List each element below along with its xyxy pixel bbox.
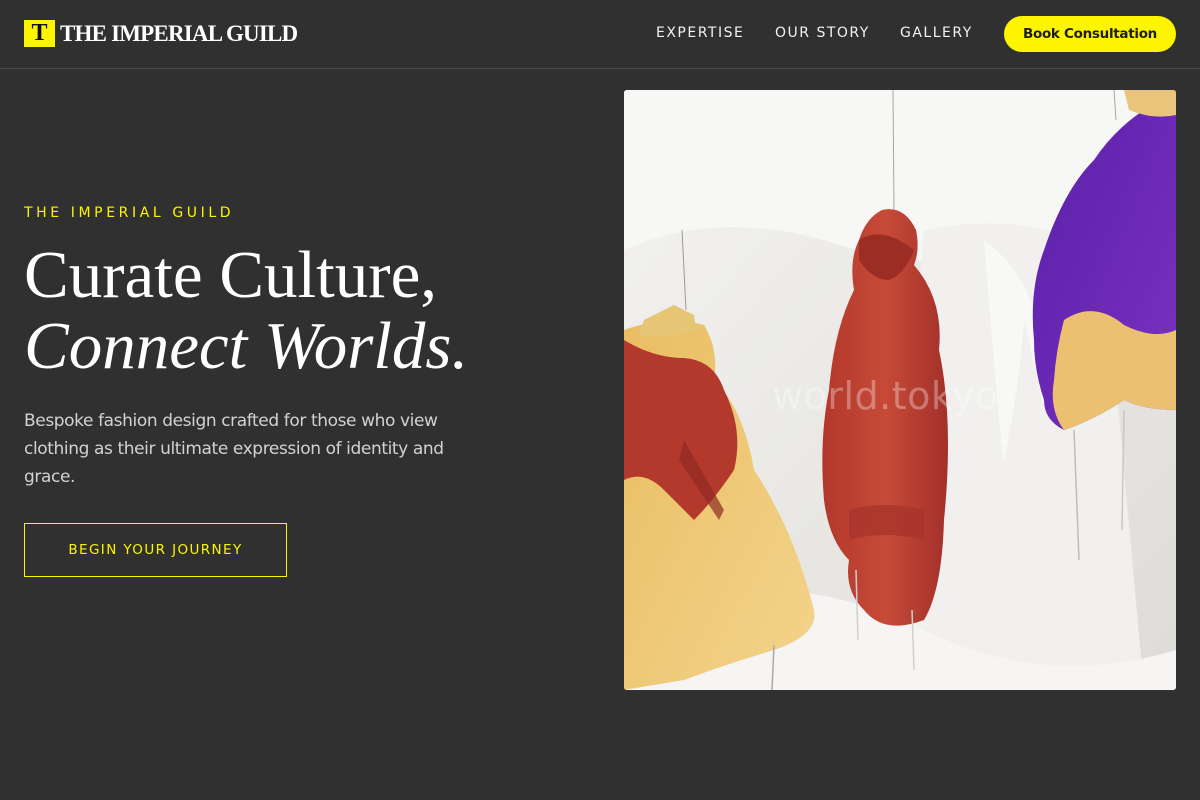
book-consultation-button[interactable]: Book Consultation [1004,16,1176,52]
nav-link-gallery[interactable]: GALLERY [900,24,973,42]
image-watermark: world.tokyo [772,374,999,418]
hero-description: Bespoke fashion design crafted for those… [24,411,444,487]
site-header: T THE IMPERIAL GUILD EXPERTISE OUR STORY… [0,0,1200,69]
brand-name: THE IMPERIAL GUILD [60,20,298,46]
hero-eyebrow: THE IMPERIAL GUILD [24,205,235,221]
hero-image: world.tokyo [624,90,1176,690]
nav-link-our-story[interactable]: OUR STORY [775,24,870,42]
headline-line-2: Connect Worlds. [24,309,469,383]
begin-journey-button[interactable]: BEGIN YOUR JOURNEY [24,523,287,577]
brand-logo[interactable]: T THE IMPERIAL GUILD [24,20,298,47]
headline-line-1: Curate Culture, [24,238,438,312]
logo-mark-icon: T [24,20,55,47]
hero-headline: Curate Culture, Connect Worlds. [24,240,604,382]
nav-link-expertise[interactable]: EXPERTISE [656,24,744,42]
